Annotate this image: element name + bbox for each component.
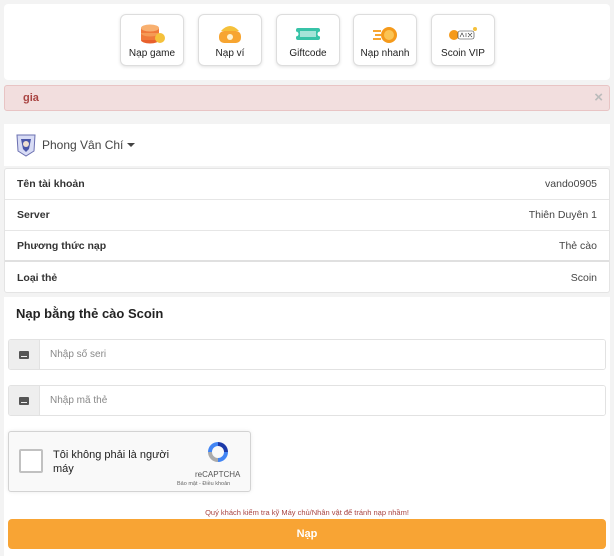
caret-down-icon: [127, 143, 136, 147]
form-title: Nạp bằng thẻ cào Scoin: [16, 306, 164, 321]
nav-nap-nhanh[interactable]: Nạp nhanh: [353, 14, 417, 66]
info-key: Server: [17, 209, 50, 221]
nav-label: Nạp nhanh: [360, 48, 410, 59]
coins-icon: [137, 23, 167, 45]
top-nav: Nạp game Nạp ví Giftcode Nạp nhanh Scoin…: [4, 4, 610, 80]
recaptcha-links[interactable]: Bảo mật - Điều khoản: [177, 481, 230, 487]
alert-message: gia ×: [4, 85, 610, 111]
info-value: Thẻ cào: [559, 239, 597, 252]
recaptcha-text: Tôi không phải là người máy: [53, 449, 170, 475]
recaptcha-widget: Tôi không phải là người máy reCAPTCHA Bả…: [8, 431, 251, 492]
code-input-group: [8, 385, 606, 416]
serial-input-group: [8, 339, 606, 370]
character-avatar: [14, 133, 38, 157]
info-value: Thiên Duyên 1: [528, 209, 597, 221]
nav-giftcode[interactable]: Giftcode: [276, 14, 340, 66]
nav-label: Giftcode: [289, 48, 327, 59]
nav-nap-vi[interactable]: Nạp ví: [198, 14, 262, 66]
character-name: Phong Vân Chí: [42, 138, 124, 152]
info-value: vando0905: [545, 178, 597, 190]
fast-coin-icon: [370, 23, 400, 45]
nav-scoin-vip[interactable]: Scoin VIP: [431, 14, 495, 66]
scoin-vip-icon: [448, 23, 478, 45]
nav-label: Nạp ví: [215, 48, 245, 59]
info-key: Phương thức nạp: [17, 239, 107, 252]
submit-button[interactable]: Nạp: [8, 519, 606, 549]
card-code-input[interactable]: [40, 386, 605, 415]
wallet-icon: [215, 23, 245, 45]
recaptcha-logo-icon: [205, 440, 231, 464]
info-row-account: Tên tài khoản vando0905: [5, 169, 609, 200]
nav-label: Scoin VIP: [441, 48, 485, 59]
serial-input[interactable]: [40, 340, 605, 369]
close-icon[interactable]: ×: [594, 89, 603, 106]
info-row-card-type: Loại thẻ Scoin: [5, 262, 609, 293]
info-value: Scoin: [570, 271, 597, 284]
recaptcha-brand: reCAPTCHA: [195, 470, 241, 479]
topup-form: Nạp bằng thẻ cào Scoin Tôi không phải là…: [4, 297, 610, 556]
alert-text: gia: [23, 92, 39, 104]
ticket-icon: [293, 23, 323, 45]
warning-text: Quý khách kiểm tra kỹ Máy chủ/Nhân vật đ…: [205, 508, 409, 517]
nav-nap-game[interactable]: Nạp game: [120, 14, 184, 66]
info-key: Loại thẻ: [17, 271, 58, 284]
info-key: Tên tài khoản: [17, 178, 85, 190]
nav-label: Nạp game: [128, 48, 176, 59]
account-info-table: Tên tài khoản vando0905 Server Thiên Duy…: [4, 168, 610, 293]
info-row-method: Phương thức nạp Thẻ cào: [5, 231, 609, 262]
info-row-server: Server Thiên Duyên 1: [5, 200, 609, 231]
keyboard-icon: [9, 386, 40, 415]
recaptcha-checkbox[interactable]: [19, 449, 43, 473]
character-selector[interactable]: Phong Vân Chí: [4, 124, 610, 166]
keyboard-icon: [9, 340, 40, 369]
